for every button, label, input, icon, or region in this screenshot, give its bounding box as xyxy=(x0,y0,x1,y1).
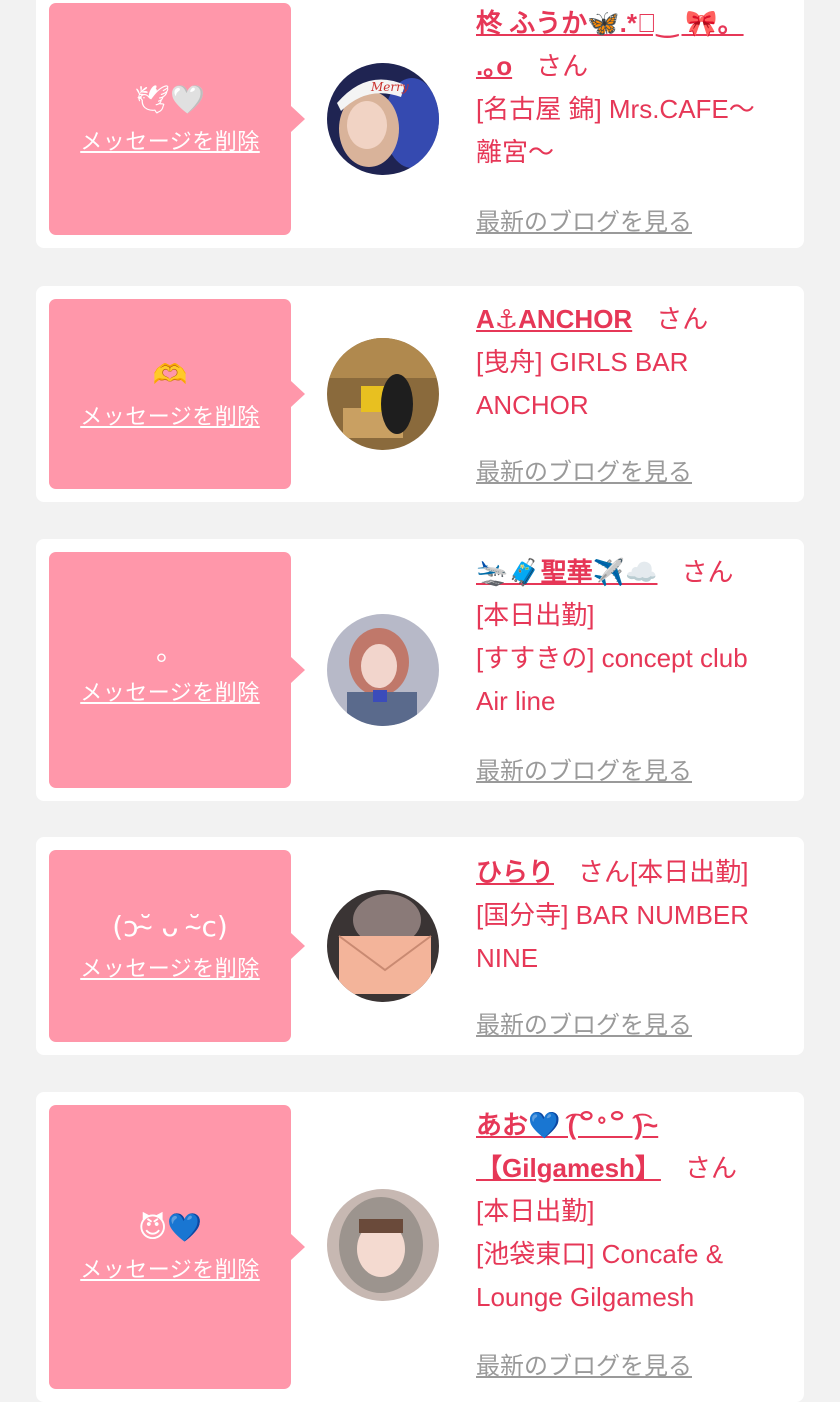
avatar[interactable] xyxy=(327,890,439,1002)
shop-info: NINE xyxy=(476,943,539,973)
honorific: さん xyxy=(656,304,709,334)
profile-name-link[interactable]: ひらり xyxy=(476,857,554,887)
shop-info: [国分寺] BAR NUMBER xyxy=(476,900,750,930)
profile-name-link-cont[interactable]: .｡o xyxy=(476,51,512,81)
profile-info: 🛬🧳聖華✈️☁️ さん [本日出勤] [すすきの] concept club Ai… xyxy=(476,551,796,723)
profile-name-link[interactable]: あお💙 ͡(꒪ᐤ꒪ ͡)~ xyxy=(476,1110,658,1140)
message-card: 。 メッセージを削除 🛬🧳聖華✈️☁️ さん [本日出勤] [すすきの] conc… xyxy=(36,539,804,801)
profile-name-link[interactable]: A⚓ANCHOR xyxy=(476,304,632,334)
message-card: 🫶 メッセージを削除 A⚓ANCHOR さん [曳舟] GIRLS BAR ANC… xyxy=(36,286,804,502)
profile-info: あお💙 ͡(꒪ᐤ꒪ ͡)~ 【Gilgamesh】 さん [本日出勤] [池袋東口… xyxy=(476,1104,796,1319)
message-bubble: 。 メッセージを削除 xyxy=(49,552,291,788)
profile-info: ひらり さん[本日出勤] [国分寺] BAR NUMBER NINE xyxy=(476,851,796,980)
honorific: さん xyxy=(684,1153,737,1183)
avatar-envelope-photo-icon xyxy=(327,890,439,1002)
profile-name-link[interactable]: 柊 ふうか🦋.*ﾟ‿ 🎀。 xyxy=(476,8,744,38)
shop-info: Air line xyxy=(476,686,556,716)
latest-blog-link[interactable]: 最新のブログを見る xyxy=(476,452,692,487)
latest-blog-link[interactable]: 最新のブログを見る xyxy=(476,1005,692,1040)
message-text: 🫶 xyxy=(152,358,188,391)
shop-info: [曳舟] GIRLS BAR xyxy=(476,347,689,377)
shop-info: [本日出勤] xyxy=(476,600,595,630)
message-card: 😈💙 メッセージを削除 あお💙 ͡(꒪ᐤ꒪ ͡)~ 【Gilgamesh】 さん … xyxy=(36,1092,804,1402)
honorific: さん xyxy=(681,557,734,587)
avatar[interactable]: Merry xyxy=(327,63,439,175)
message-card: 🕊🤍 メッセージを削除 Merry 柊 ふうか🦋.*ﾟ‿ 🎀。 .｡o さん [名… xyxy=(36,0,804,248)
attendance-badge: [本日出勤] xyxy=(630,857,749,887)
avatar[interactable] xyxy=(327,614,439,726)
shop-info: 離宮〜 xyxy=(476,137,555,167)
honorific: さん xyxy=(578,857,631,887)
delete-message-link[interactable]: メッセージを削除 xyxy=(80,951,260,983)
message-bubble: (ɔ˘̴ ᴗ ˘̴c) メッセージを削除 xyxy=(49,850,291,1042)
profile-info: 柊 ふうか🦋.*ﾟ‿ 🎀。 .｡o さん [名古屋 錦] Mrs.CAFE〜 離宮… xyxy=(476,2,796,174)
profile-info: A⚓ANCHOR さん [曳舟] GIRLS BAR ANCHOR xyxy=(476,298,796,427)
avatar[interactable] xyxy=(327,338,439,450)
latest-blog-link[interactable]: 最新のブログを見る xyxy=(476,1346,692,1381)
shop-info: [すすきの] concept club xyxy=(476,643,748,673)
message-text: 。 xyxy=(155,634,184,667)
shop-info: [名古屋 錦] Mrs.CAFE〜 xyxy=(476,94,755,124)
avatar-christmas-photo-icon: Merry xyxy=(327,63,439,175)
message-text: 🕊🤍 xyxy=(134,83,206,116)
avatar-hood-photo-icon xyxy=(327,1189,439,1301)
profile-name-link-cont[interactable]: 【Gilgamesh】 xyxy=(476,1153,661,1183)
delete-message-link[interactable]: メッセージを削除 xyxy=(80,399,260,431)
delete-message-link[interactable]: メッセージを削除 xyxy=(80,124,260,156)
latest-blog-link[interactable]: 最新のブログを見る xyxy=(476,751,692,786)
message-bubble: 🫶 メッセージを削除 xyxy=(49,299,291,489)
avatar-bar-photo-icon xyxy=(327,338,439,450)
message-card: (ɔ˘̴ ᴗ ˘̴c) メッセージを削除 ひらり さん[本日出勤] [国分寺] B… xyxy=(36,837,804,1055)
shop-info: ANCHOR xyxy=(476,390,589,420)
message-text: (ɔ˘̴ ᴗ ˘̴c) xyxy=(112,910,228,943)
message-bubble: 😈💙 メッセージを削除 xyxy=(49,1105,291,1389)
message-bubble: 🕊🤍 メッセージを削除 xyxy=(49,3,291,235)
profile-name-link[interactable]: 🛬🧳聖華✈️☁️ xyxy=(476,557,658,587)
message-text: 😈💙 xyxy=(137,1211,203,1244)
delete-message-link[interactable]: メッセージを削除 xyxy=(80,675,260,707)
avatar[interactable] xyxy=(327,1189,439,1301)
shop-info: Lounge Gilgamesh xyxy=(476,1282,695,1312)
latest-blog-link[interactable]: 最新のブログを見る xyxy=(476,202,692,237)
shop-info: [本日出勤] xyxy=(476,1196,595,1226)
avatar-uniform-photo-icon xyxy=(327,614,439,726)
shop-info: [池袋東口] Concafe & xyxy=(476,1239,724,1269)
svg-text:Merry: Merry xyxy=(370,80,409,94)
honorific: さん xyxy=(536,51,589,81)
delete-message-link[interactable]: メッセージを削除 xyxy=(80,1252,260,1284)
